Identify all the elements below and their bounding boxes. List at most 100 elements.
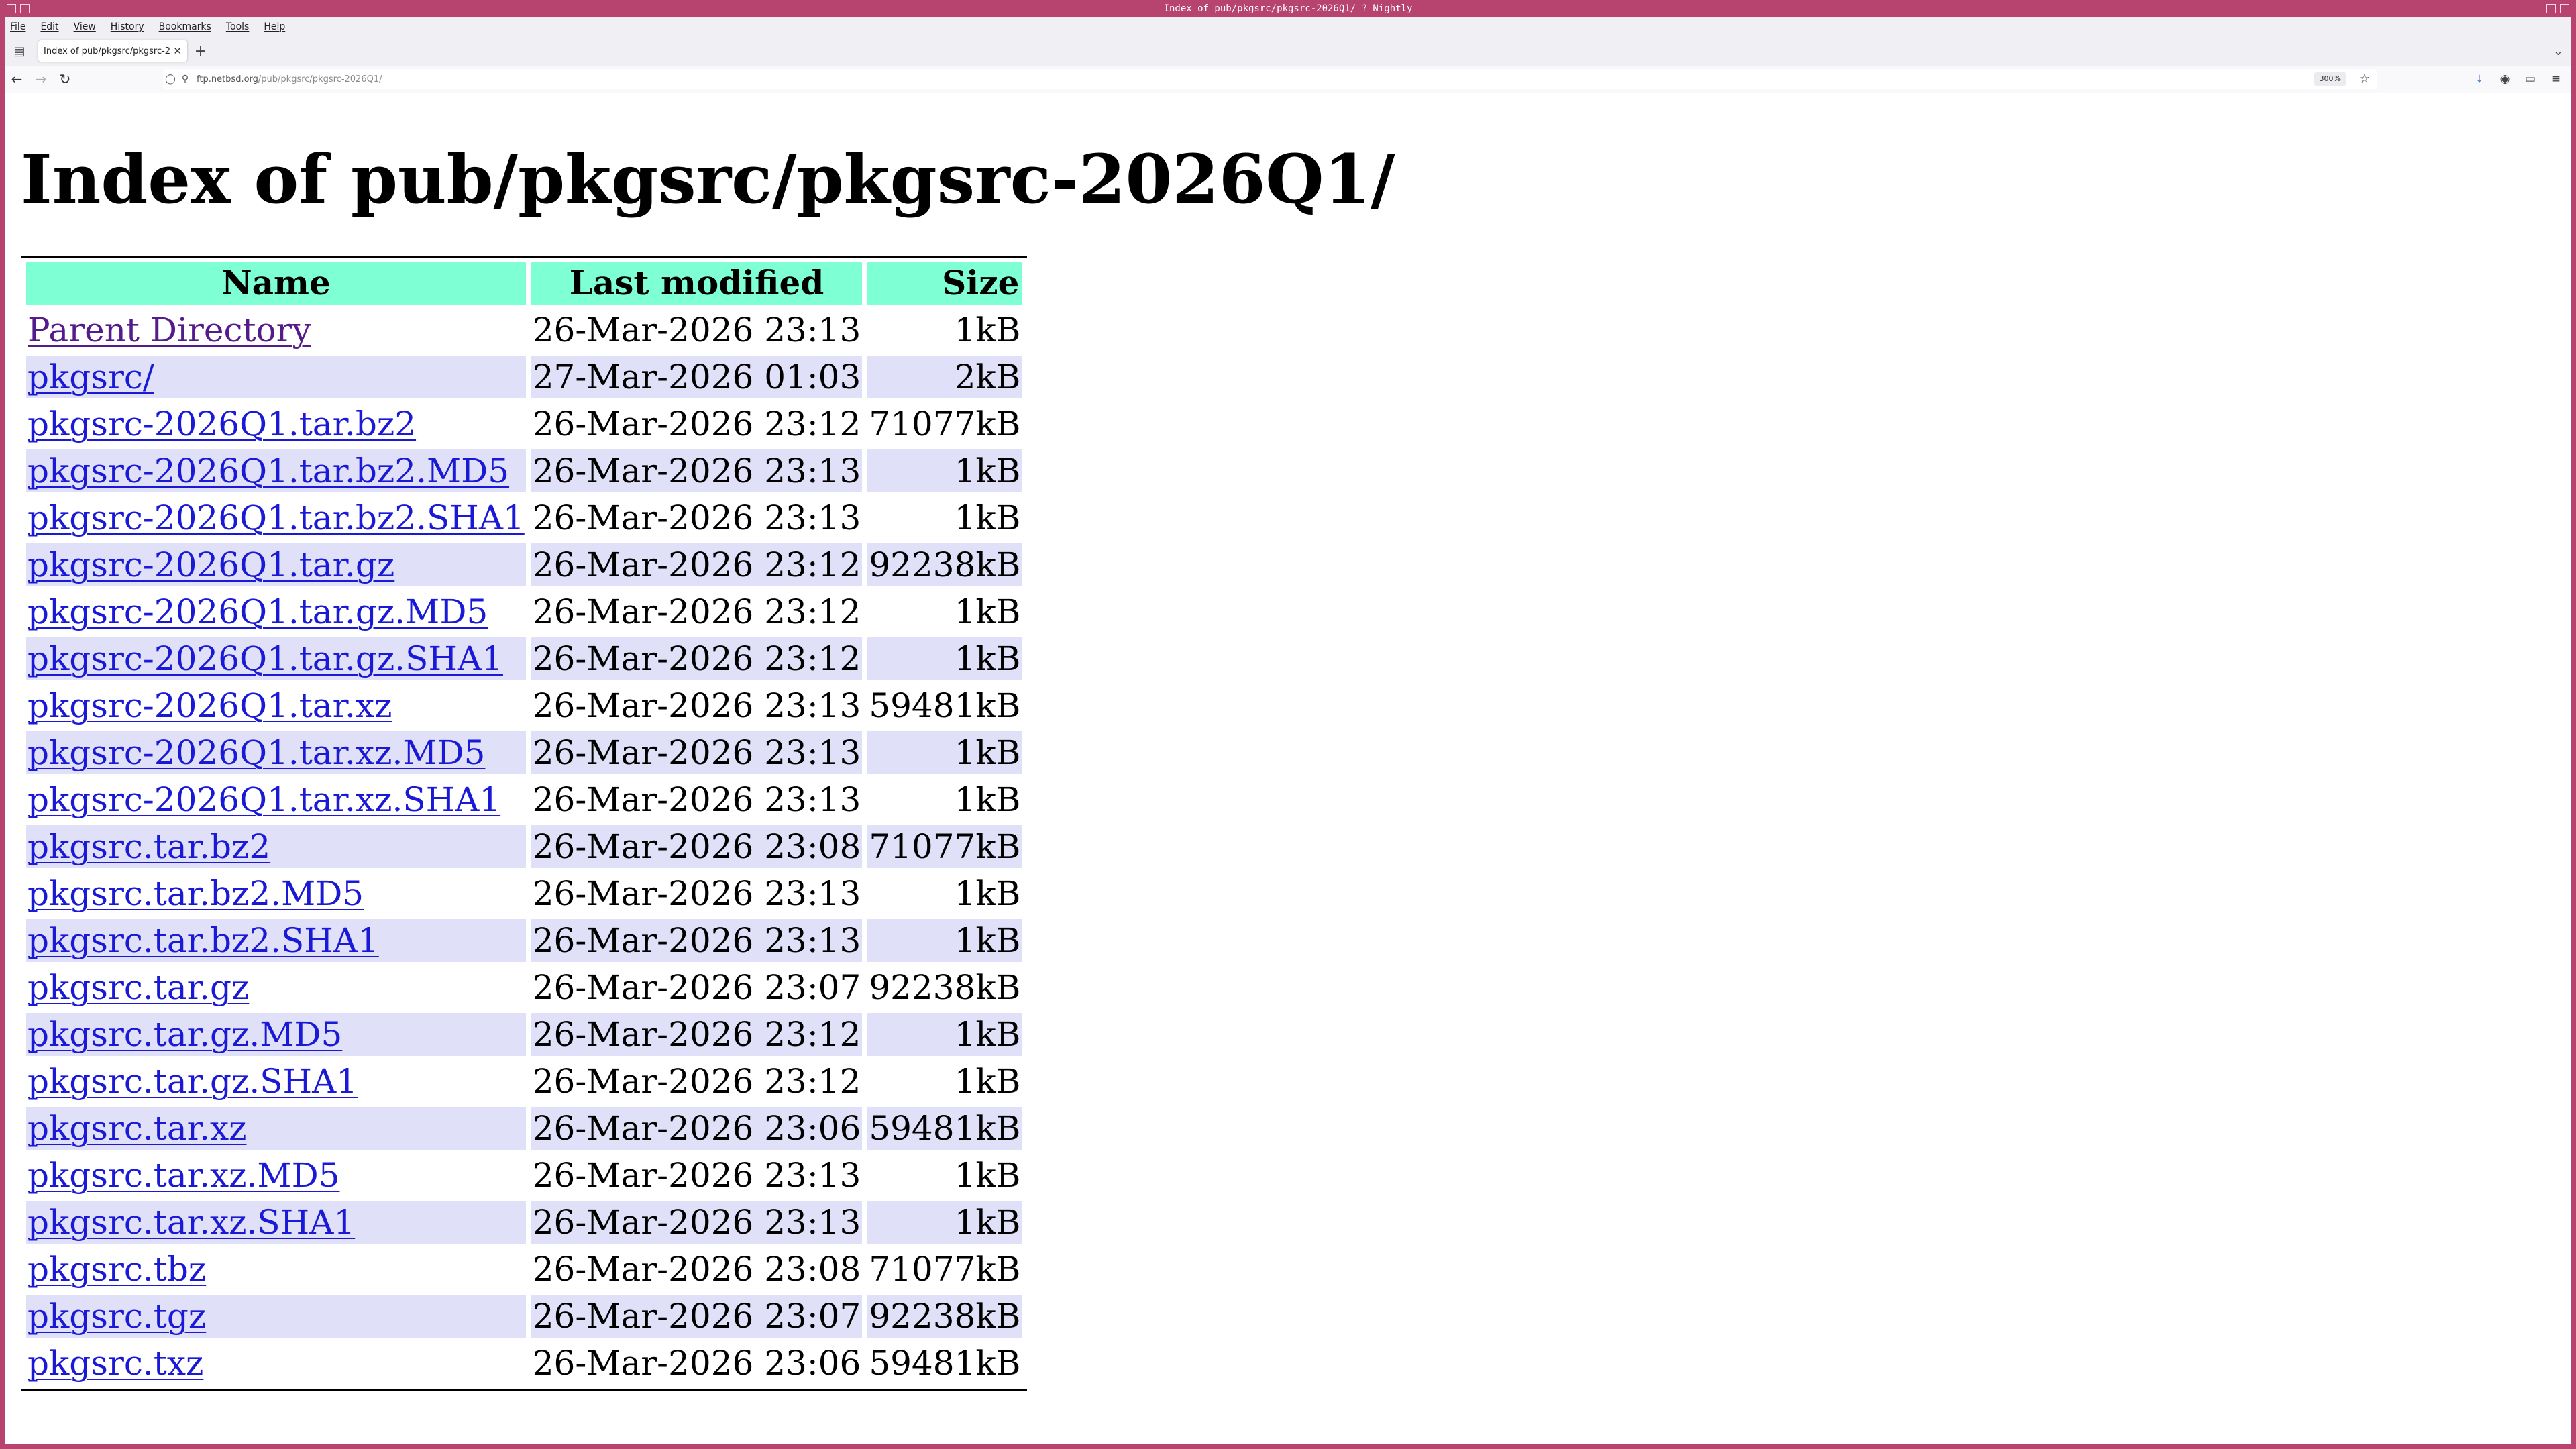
cell-last-modified: 26-Mar-2026 23:12 xyxy=(531,637,863,680)
puzzle-icon[interactable]: ▭ xyxy=(2520,72,2540,86)
file-link[interactable]: pkgsrc/ xyxy=(28,358,154,396)
table-row: pkgsrc.tgz 26-Mar-2026 23:07 92238kB xyxy=(26,1295,1022,1338)
lock-icon[interactable]: ⚲ xyxy=(178,74,193,85)
file-link[interactable]: pkgsrc.tbz xyxy=(28,1250,206,1289)
cell-name: pkgsrc/ xyxy=(26,356,526,398)
file-link[interactable]: pkgsrc.tar.xz.SHA1 xyxy=(28,1203,355,1242)
cell-name: pkgsrc.tbz xyxy=(26,1248,526,1291)
page-content: Index of pub/pkgsrc/pkgsrc-2026Q1/ Name … xyxy=(5,93,2571,1444)
menu-bar: File Edit View History Bookmarks Tools Help xyxy=(5,17,2571,36)
forward-arrow-icon[interactable]: → xyxy=(29,71,53,87)
cell-last-modified: 26-Mar-2026 23:13 xyxy=(532,1156,861,1195)
tab-close-icon[interactable]: ✕ xyxy=(173,45,182,57)
table-row: pkgsrc.tar.bz2.SHA1 26-Mar-2026 23:13 1kB xyxy=(26,919,1022,962)
cell-name: pkgsrc-2026Q1.tar.xz.SHA1 xyxy=(26,778,526,821)
reload-icon[interactable]: ↻ xyxy=(53,71,77,87)
window-sticky-icon[interactable] xyxy=(20,4,30,13)
menu-item-help[interactable]: Help xyxy=(264,21,285,32)
file-link[interactable]: pkgsrc.tar.xz xyxy=(28,1109,247,1148)
cell-size: 1kB xyxy=(954,780,1021,819)
table-row: pkgsrc.tar.gz.MD5 26-Mar-2026 23:12 1kB xyxy=(26,1013,1022,1056)
menu-item-tools[interactable]: Tools xyxy=(226,21,250,32)
file-link[interactable]: pkgsrc-2026Q1.tar.xz.SHA1 xyxy=(28,780,500,819)
file-link[interactable]: pkgsrc-2026Q1.tar.bz2 xyxy=(28,405,416,443)
table-header-row: Name Last modified Size xyxy=(26,262,1022,305)
account-icon[interactable]: ◉ xyxy=(2495,72,2515,86)
file-link[interactable]: pkgsrc-2026Q1.tar.xz.MD5 xyxy=(28,733,485,772)
table-row: pkgsrc-2026Q1.tar.gz.SHA1 26-Mar-2026 23:… xyxy=(26,637,1022,680)
cell-last-modified: 26-Mar-2026 23:13 xyxy=(531,449,863,492)
file-link[interactable]: pkgsrc-2026Q1.tar.bz2.MD5 xyxy=(28,451,509,490)
cell-name: pkgsrc-2026Q1.tar.bz2.SHA1 xyxy=(26,496,526,539)
download-icon[interactable]: ⤓ xyxy=(2469,72,2489,86)
file-link[interactable]: pkgsrc.tar.gz.SHA1 xyxy=(28,1062,358,1101)
cell-last-modified: 26-Mar-2026 23:08 xyxy=(532,1250,861,1289)
menu-item-history[interactable]: History xyxy=(111,21,144,32)
back-arrow-icon[interactable]: ← xyxy=(5,71,29,87)
window-maximize-icon[interactable] xyxy=(2546,4,2556,13)
file-link[interactable]: pkgsrc.txz xyxy=(28,1344,203,1383)
table-row: pkgsrc.tar.bz2.MD5 26-Mar-2026 23:13 1kB xyxy=(26,872,1022,915)
navigation-bar: ← → ↻ ◯ ⚲ ftp.netbsd.org /pub/pkgsrc/pkg… xyxy=(5,66,2571,93)
cell-size: 92238kB xyxy=(867,1295,1022,1338)
file-link[interactable]: pkgsrc.tar.bz2.SHA1 xyxy=(28,921,379,960)
table-row: pkgsrc-2026Q1.tar.xz.MD5 26-Mar-2026 23:1… xyxy=(26,731,1022,774)
file-link[interactable]: pkgsrc.tar.bz2 xyxy=(28,827,270,866)
browser-window: Index of pub/pkgsrc/pkgsrc-2026Q1/ ? Nig… xyxy=(0,0,2576,1449)
column-header-size[interactable]: Size xyxy=(867,262,1022,305)
cell-last-modified: 26-Mar-2026 23:12 xyxy=(531,1013,863,1056)
new-tab-button[interactable]: + xyxy=(187,43,214,60)
cell-last-modified: 26-Mar-2026 23:07 xyxy=(531,1295,863,1338)
title-bar-right-controls xyxy=(2546,0,2569,17)
table-row: pkgsrc.tar.bz2 26-Mar-2026 23:08 71077kB xyxy=(26,825,1022,868)
zoom-level-badge[interactable]: 300% xyxy=(2314,72,2346,86)
tab-active[interactable]: Index of pub/pkgsrc/pkgsrc-2026Q1/ ✕ xyxy=(38,40,187,62)
tab-list-icon[interactable]: ▤ xyxy=(5,36,34,66)
file-link[interactable]: pkgsrc-2026Q1.tar.gz.MD5 xyxy=(28,592,488,631)
cell-size: 71077kB xyxy=(869,1250,1021,1289)
cell-name: pkgsrc-2026Q1.tar.gz.MD5 xyxy=(26,590,526,633)
file-link[interactable]: pkgsrc.tar.gz.MD5 xyxy=(28,1015,342,1054)
table-row: pkgsrc.tar.xz.MD5 26-Mar-2026 23:13 1kB xyxy=(26,1154,1022,1197)
list-all-tabs-icon[interactable]: ⌄ xyxy=(2553,36,2563,66)
cell-name: pkgsrc.tar.bz2.MD5 xyxy=(26,872,526,915)
cell-size: 2kB xyxy=(867,356,1022,398)
menu-item-bookmarks[interactable]: Bookmarks xyxy=(159,21,211,32)
cell-size: 1kB xyxy=(954,1156,1021,1195)
menu-item-view[interactable]: View xyxy=(74,21,96,32)
menu-item-edit[interactable]: Edit xyxy=(40,21,58,32)
table-row: pkgsrc.tbz 26-Mar-2026 23:08 71077kB xyxy=(26,1248,1022,1291)
shield-icon[interactable]: ◯ xyxy=(163,74,178,85)
window-title: Index of pub/pkgsrc/pkgsrc-2026Q1/ ? Nig… xyxy=(1163,3,1413,14)
file-link[interactable]: pkgsrc-2026Q1.tar.gz xyxy=(28,545,394,584)
cell-name: pkgsrc-2026Q1.tar.xz xyxy=(26,684,526,727)
file-link[interactable]: pkgsrc-2026Q1.tar.gz.SHA1 xyxy=(28,639,503,678)
parent-directory-link[interactable]: Parent Directory xyxy=(28,311,311,350)
window-close-icon[interactable] xyxy=(2560,4,2569,13)
file-link[interactable]: pkgsrc.tar.xz.MD5 xyxy=(28,1156,340,1195)
table-row: pkgsrc-2026Q1.tar.xz 26-Mar-2026 23:13 594… xyxy=(26,684,1022,727)
cell-size: 1kB xyxy=(954,1062,1021,1101)
tab-strip: ▤ Index of pub/pkgsrc/pkgsrc-2026Q1/ ✕ +… xyxy=(5,36,2571,66)
file-link[interactable]: pkgsrc.tgz xyxy=(28,1297,206,1336)
file-link[interactable]: pkgsrc-2026Q1.tar.xz xyxy=(28,686,392,725)
column-header-name[interactable]: Name xyxy=(26,262,526,305)
cell-size: 1kB xyxy=(867,1201,1022,1244)
file-link[interactable]: pkgsrc.tar.bz2.MD5 xyxy=(28,874,364,913)
star-icon[interactable]: ☆ xyxy=(2359,72,2370,86)
column-header-last-modified[interactable]: Last modified xyxy=(531,262,863,305)
cell-size: 1kB xyxy=(954,311,1021,350)
cell-last-modified: 27-Mar-2026 01:03 xyxy=(531,356,863,398)
menu-item-file[interactable]: File xyxy=(10,21,25,32)
table-row: pkgsrc.txz 26-Mar-2026 23:06 59481kB xyxy=(26,1342,1022,1385)
table-row: pkgsrc.tar.gz 26-Mar-2026 23:07 92238kB xyxy=(26,966,1022,1009)
file-link[interactable]: pkgsrc-2026Q1.tar.bz2.SHA1 xyxy=(28,498,525,537)
url-bar[interactable]: ◯ ⚲ ftp.netbsd.org /pub/pkgsrc/pkgsrc-20… xyxy=(163,69,2377,89)
table-row: pkgsrc/27-Mar-2026 01:03 2kB xyxy=(26,356,1022,398)
cell-name: pkgsrc-2026Q1.tar.bz2.MD5 xyxy=(26,449,526,492)
cell-last-modified: 26-Mar-2026 23:12 xyxy=(532,592,861,631)
cell-size: 1kB xyxy=(867,731,1022,774)
hamburger-menu-icon[interactable]: ≡ xyxy=(2546,72,2566,86)
file-link[interactable]: pkgsrc.tar.gz xyxy=(28,968,249,1007)
window-menu-icon[interactable] xyxy=(7,4,16,13)
